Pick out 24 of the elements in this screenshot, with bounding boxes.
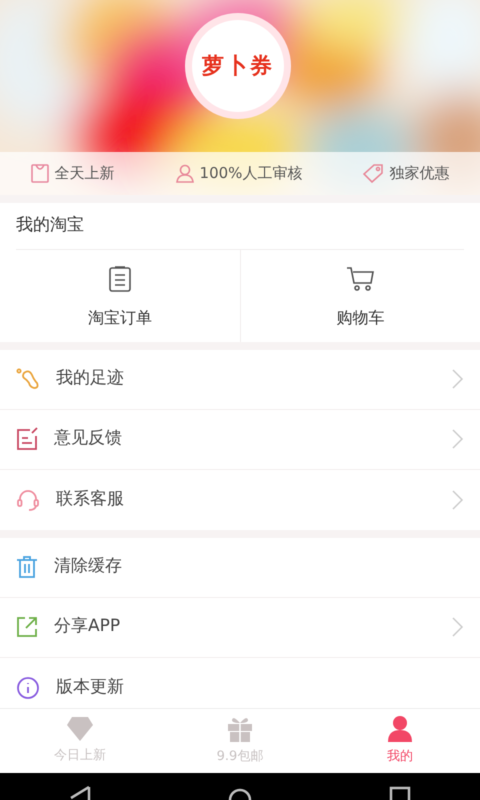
- diamond-icon: [66, 716, 94, 742]
- trash-icon: [16, 555, 38, 579]
- person-icon: [387, 715, 413, 744]
- bag-icon: [30, 164, 49, 183]
- footprint-icon: [16, 368, 40, 390]
- gift-icon: [227, 715, 253, 744]
- shortcut-button[interactable]: 淘宝订单: [0, 250, 240, 342]
- recents-icon[interactable]: [389, 786, 412, 800]
- person-icon: [176, 164, 194, 183]
- feature-label: 全天上新: [54, 163, 115, 184]
- cart-icon: [346, 266, 374, 292]
- info-icon: [16, 676, 40, 700]
- tab[interactable]: 我的: [320, 709, 480, 773]
- back-icon[interactable]: [68, 786, 91, 800]
- headset-icon: [16, 488, 40, 512]
- feature-label: 独家优惠: [389, 163, 450, 184]
- shortcut-button[interactable]: 购物车: [240, 250, 480, 342]
- feature-label: 100%人工审核: [200, 163, 302, 184]
- tag-icon: [363, 164, 384, 183]
- section-title: 我的淘宝: [15, 214, 85, 237]
- home-icon[interactable]: [228, 786, 252, 800]
- edit-icon: [16, 427, 38, 451]
- share-icon: [16, 616, 38, 638]
- clipboard-icon: [108, 266, 131, 292]
